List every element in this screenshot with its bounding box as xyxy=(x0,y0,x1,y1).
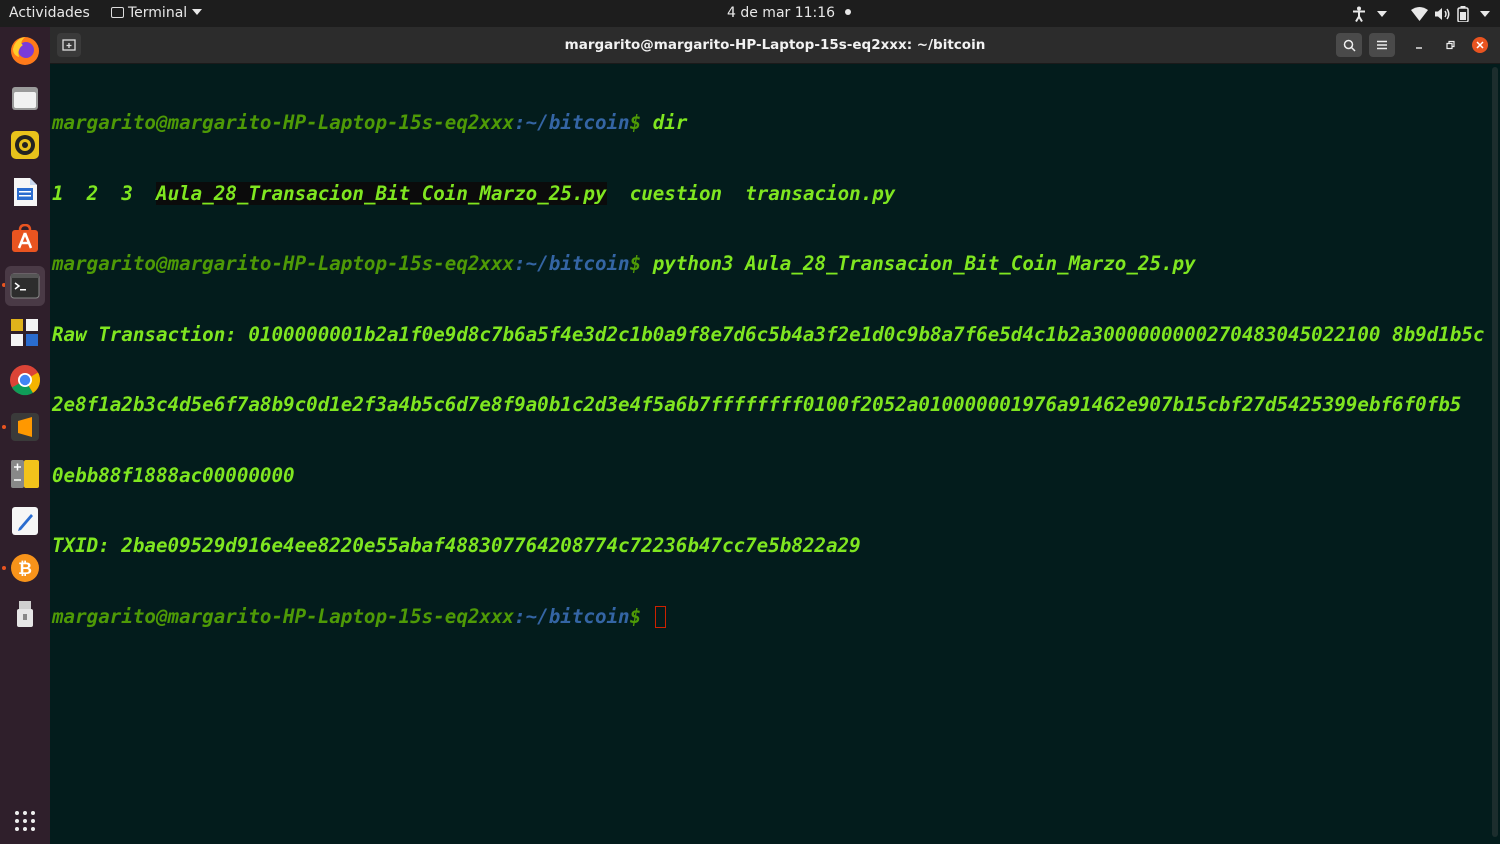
list-item: 2 xyxy=(86,181,99,205)
search-icon xyxy=(1343,39,1356,52)
hamburger-menu-button[interactable] xyxy=(1369,33,1395,57)
dock: ₿ xyxy=(0,27,50,844)
dock-chrome[interactable] xyxy=(5,360,45,400)
hamburger-icon xyxy=(1377,40,1387,50)
prompt-symbol: $ xyxy=(629,604,642,628)
usb-drive-icon xyxy=(17,601,33,627)
list-item: cuestion xyxy=(629,181,723,205)
svg-text:₿: ₿ xyxy=(18,559,32,579)
show-apps-grid-icon xyxy=(15,811,35,831)
dock-calculator[interactable] xyxy=(5,454,45,494)
raw-transaction-line: Raw Transaction: 0100000001b2a1f0e9d8c7b… xyxy=(52,322,1485,346)
list-item: Aula_28_Transacion_Bit_Coin_Marzo_25.py xyxy=(156,181,607,205)
terminal-icon xyxy=(10,273,40,299)
bitcoin-icon: ₿ xyxy=(11,554,39,582)
scrollbar[interactable] xyxy=(1492,67,1498,837)
chrome-icon xyxy=(10,365,41,396)
system-menu-chevron-icon[interactable] xyxy=(1480,10,1490,17)
minimize-icon xyxy=(1416,47,1422,49)
prompt-path: :~/bitcoin xyxy=(514,252,630,275)
app-grid-small-icon xyxy=(11,319,38,346)
firefox-icon xyxy=(11,37,39,65)
top-bar: Actividades Terminal 4 de mar 11:16 xyxy=(0,0,1500,27)
maximize-button[interactable] xyxy=(1439,33,1461,57)
prompt-user: margarito@margarito-HP-Laptop-15s-eq2xxx xyxy=(52,252,515,275)
calculator-icon xyxy=(11,460,39,488)
dock-sublime[interactable] xyxy=(5,407,45,447)
terminal-window: margarito@margarito-HP-Laptop-15s-eq2xxx… xyxy=(50,27,1500,844)
prompt-user: margarito@margarito-HP-Laptop-15s-eq2xxx xyxy=(52,604,515,628)
search-button[interactable] xyxy=(1336,33,1362,57)
notification-dot-icon xyxy=(845,9,852,15)
clock[interactable]: 4 de mar 11:16 xyxy=(727,0,852,27)
accessibility-chevron-icon xyxy=(1377,10,1387,17)
title-bar[interactable]: margarito@margarito-HP-Laptop-15s-eq2xxx… xyxy=(50,27,1500,64)
prompt-line: margarito@margarito-HP-Laptop-15s-eq2xxx… xyxy=(52,111,1490,135)
dock-bitcoin[interactable]: ₿ xyxy=(5,548,45,588)
txid-line: TXID: 2bae09529d916e4ee8220e55abaf488307… xyxy=(52,534,861,557)
window-title: margarito@margarito-HP-Laptop-15s-eq2xxx… xyxy=(564,37,986,53)
list-item: 3 xyxy=(121,181,133,205)
dock-apps[interactable] xyxy=(5,313,45,353)
prompt-path: :~/bitcoin xyxy=(514,111,630,134)
terminal-output[interactable]: margarito@margarito-HP-Laptop-15s-eq2xxx… xyxy=(52,64,1490,844)
wifi-icon[interactable] xyxy=(1411,6,1428,21)
prompt-symbol: $ xyxy=(629,111,642,134)
list-item: 1 xyxy=(52,181,64,205)
files-icon xyxy=(12,87,38,110)
app-menu[interactable]: Terminal xyxy=(111,0,203,27)
show-applications-button[interactable] xyxy=(5,801,45,841)
dir-output-line: 1 2 3 Aula_28_Transacion_Bit_Coin_Marzo_… xyxy=(52,181,1490,206)
raw-transaction-line: 2e8f1a2b3c4d5e6f7a8b9c0d1e2f3a4b5c6d7e8f… xyxy=(52,393,1462,416)
prompt-line: margarito@margarito-HP-Laptop-15s-eq2xxx… xyxy=(52,252,1490,276)
rhythmbox-icon xyxy=(11,131,39,159)
command-text: dir xyxy=(641,111,688,134)
restore-icon xyxy=(1446,40,1455,50)
dock-writer[interactable] xyxy=(5,172,45,212)
prompt-path: :~/bitcoin xyxy=(514,604,630,628)
dock-rhythmbox[interactable] xyxy=(5,125,45,165)
prompt-symbol: $ xyxy=(629,252,642,275)
volume-icon[interactable] xyxy=(1434,7,1451,21)
writer-icon xyxy=(14,178,37,206)
dock-firefox[interactable] xyxy=(5,31,45,71)
battery-icon[interactable] xyxy=(1457,5,1469,22)
dock-software[interactable] xyxy=(5,219,45,259)
close-button[interactable] xyxy=(1472,37,1488,53)
minimize-button[interactable] xyxy=(1408,33,1430,57)
sublime-text-icon xyxy=(11,413,39,441)
terminal-small-icon xyxy=(111,7,124,18)
dock-text-editor[interactable] xyxy=(5,501,45,541)
prompt-line: margarito@margarito-HP-Laptop-15s-eq2xxx… xyxy=(52,605,1490,629)
dock-terminal[interactable] xyxy=(5,266,45,306)
clock-label: 4 de mar 11:16 xyxy=(727,5,836,21)
list-item: transacion.py xyxy=(745,181,896,205)
raw-transaction-line: 0ebb88f1888ac00000000 xyxy=(52,463,295,487)
chevron-down-icon xyxy=(192,9,203,15)
accessibility-icon[interactable] xyxy=(1352,6,1366,22)
activities-button[interactable]: Actividades xyxy=(9,0,90,27)
app-menu-label: Terminal xyxy=(128,5,188,21)
command-text: python3 Aula_28_Transacion_Bit_Coin_Marz… xyxy=(641,252,1196,275)
dock-usb[interactable] xyxy=(5,595,45,635)
text-editor-icon xyxy=(12,507,38,535)
prompt-user: margarito@margarito-HP-Laptop-15s-eq2xxx xyxy=(52,111,515,134)
dock-files[interactable] xyxy=(5,78,45,118)
software-icon xyxy=(12,224,38,252)
text-cursor xyxy=(654,605,666,628)
close-icon xyxy=(1476,41,1484,49)
system-tray[interactable] xyxy=(1352,0,1490,27)
